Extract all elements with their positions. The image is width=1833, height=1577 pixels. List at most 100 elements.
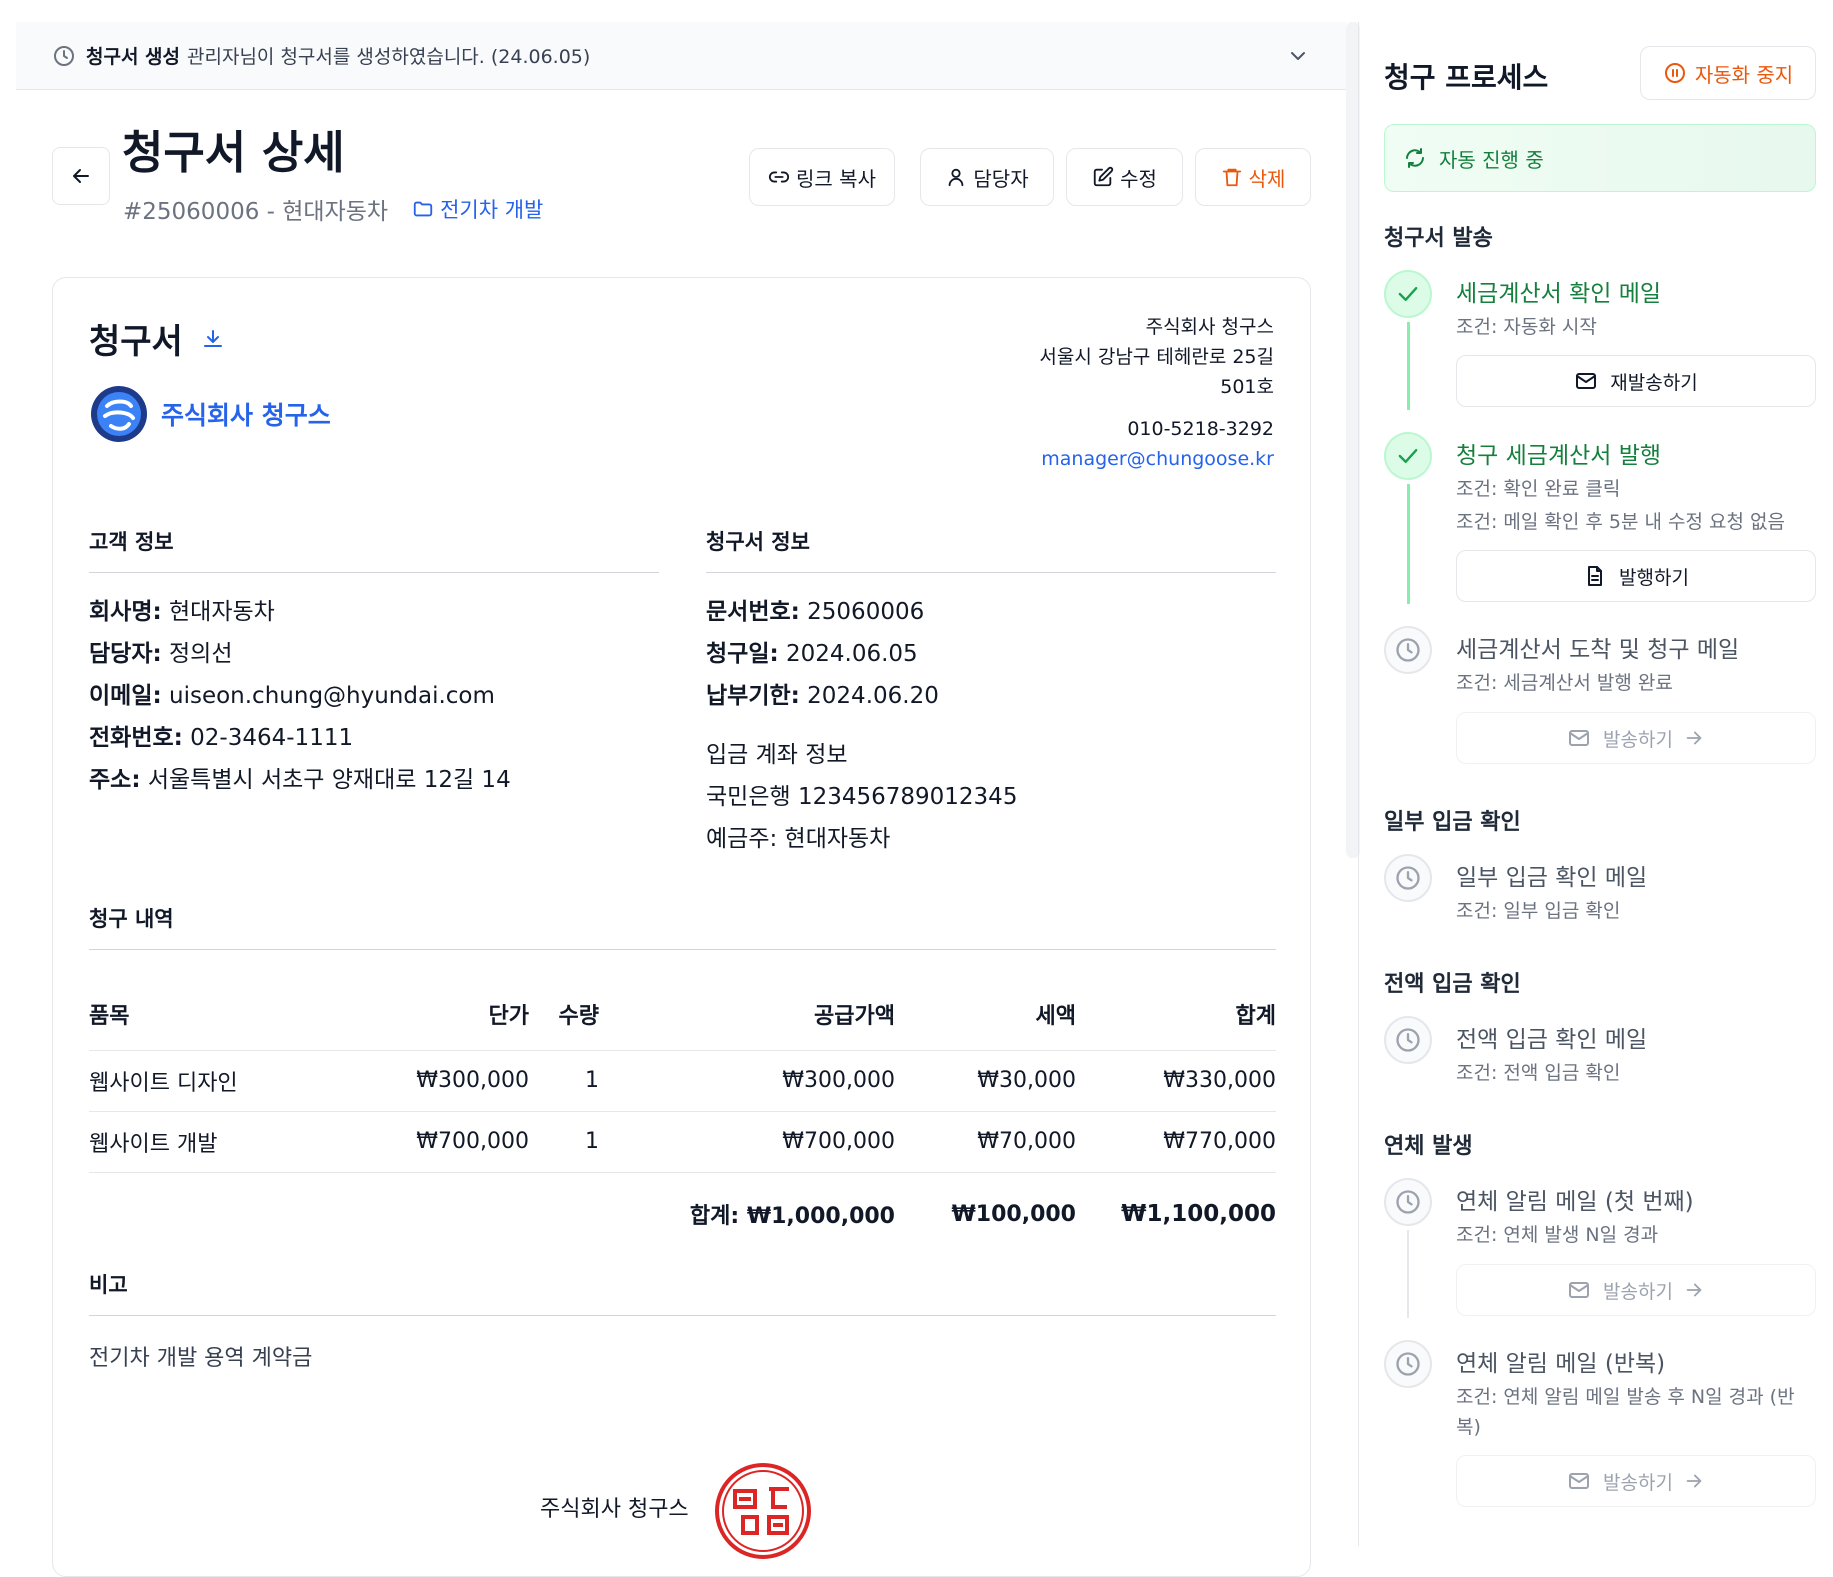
bank-heading: 입금 계좌 정보: [706, 742, 848, 768]
cell-tax: ₩30,000: [895, 1050, 1076, 1112]
table-row: 웹사이트 개발 ₩700,000 1 ₩700,000 ₩70,000 ₩770…: [89, 1111, 1276, 1173]
send-label: 발송하기: [1603, 1471, 1673, 1494]
process-title: 청구 프로세스: [1384, 61, 1549, 94]
page-title: 청구서 상세: [122, 126, 345, 179]
group-partial-payment: 일부 입금 확인: [1384, 810, 1521, 835]
divider: [89, 949, 1276, 950]
group-send: 청구서 발송: [1384, 226, 1493, 251]
copy-link-button[interactable]: 링크 복사: [749, 148, 895, 206]
step-connector: [1407, 322, 1410, 410]
clock-icon: [1396, 1190, 1420, 1214]
customer-heading: 고객 정보: [89, 530, 174, 554]
step-condition: 조건: 연체 알림 메일 발송 후 N일 경과 (반복): [1456, 1386, 1795, 1438]
step-status-pending: [1384, 1178, 1432, 1226]
totals-row: 합계: ₩1,000,000 ₩100,000 ₩1,100,000: [89, 1172, 1276, 1256]
cell-tax: ₩70,000: [895, 1111, 1076, 1173]
col-price: 단가: [304, 978, 529, 1051]
col-item: 품목: [89, 978, 304, 1051]
clock-icon: [1396, 866, 1420, 890]
step-condition: 조건: 일부 입금 확인: [1456, 900, 1621, 922]
step-condition: 조건: 자동화 시작: [1456, 316, 1597, 338]
invoice-title-text: 청구서: [89, 322, 183, 362]
step-connector: [1407, 1230, 1409, 1318]
customer-email: uiseon.chung@hyundai.com: [169, 683, 495, 709]
stop-automation-button[interactable]: 자동화 중지: [1640, 46, 1816, 100]
clock-icon: [54, 45, 74, 66]
issue-button[interactable]: 발행하기: [1456, 550, 1816, 602]
step-status-pending: [1384, 854, 1432, 902]
step-title: 연체 알림 메일 (반복): [1456, 1351, 1666, 1377]
issuer-email[interactable]: manager@chungoose.kr: [1039, 444, 1274, 474]
logo-company-name: 주식회사 청구스: [161, 401, 331, 430]
cell-total: ₩330,000: [1076, 1050, 1276, 1112]
invoice-date-label: 청구일:: [706, 641, 779, 667]
clock-icon: [1396, 638, 1420, 662]
delete-button[interactable]: 삭제: [1195, 148, 1311, 206]
mail-icon: [1569, 730, 1590, 746]
issuer-name: 주식회사 청구스: [1145, 316, 1274, 338]
step-condition: 조건: 전액 입금 확인: [1456, 1062, 1621, 1084]
cell-supply: ₩700,000: [599, 1111, 895, 1173]
cell-item: 웹사이트 디자인: [89, 1050, 304, 1112]
clock-icon: [1396, 1028, 1420, 1052]
clock-icon: [1396, 1352, 1420, 1376]
back-button[interactable]: [52, 147, 110, 205]
delete-label: 삭제: [1248, 166, 1286, 191]
send-button[interactable]: 발송하기: [1456, 712, 1816, 764]
address-label: 주소:: [89, 767, 141, 793]
arrow-right-icon: [1686, 1283, 1702, 1297]
resend-label: 재발송하기: [1610, 371, 1698, 394]
refresh-icon: [1406, 148, 1424, 168]
step-status-done: [1384, 270, 1432, 318]
col-qty: 수량: [529, 978, 599, 1051]
arrow-right-icon: [1686, 1474, 1702, 1488]
note-heading: 비고: [89, 1273, 128, 1297]
stop-automation-label: 자동화 중지: [1694, 62, 1794, 87]
issuer-info: 주식회사 청구스 서울시 강남구 테헤란로 25길 501호 010-5218-…: [1039, 312, 1274, 474]
resend-button[interactable]: 재발송하기: [1456, 355, 1816, 407]
step-title: 연체 알림 메일 (첫 번째): [1456, 1189, 1694, 1215]
download-icon[interactable]: [201, 327, 225, 351]
edit-label: 수정: [1120, 166, 1157, 191]
customer-address: 서울특별시 서초구 양재대로 12길 14: [147, 767, 511, 793]
email-label: 이메일:: [89, 683, 162, 709]
project-link[interactable]: 전기차 개발: [412, 194, 543, 224]
edit-button[interactable]: 수정: [1066, 148, 1183, 206]
table-row: 웹사이트 디자인 ₩300,000 1 ₩300,000 ₩30,000 ₩33…: [89, 1050, 1276, 1112]
cell-item: 웹사이트 개발: [89, 1111, 304, 1173]
folder-icon: [413, 201, 433, 217]
invoice-date: 2024.06.05: [786, 641, 918, 667]
send-button[interactable]: 발송하기: [1456, 1264, 1816, 1316]
panel-divider: [1358, 22, 1359, 1546]
items-table: 품목 단가 수량 공급가액 세액 합계 웹사이트 디자인 ₩300,000 1 …: [89, 978, 1276, 1256]
step-title: 청구 세금계산서 발행: [1456, 443, 1662, 469]
phone-label: 전화번호:: [89, 725, 183, 751]
send-button[interactable]: 발송하기: [1456, 1455, 1816, 1507]
issuer-phone: 010-5218-3292: [1127, 418, 1274, 440]
main-area: 청구서 생성 관리자님이 청구서를 생성하였습니다. (24.06.05) 청구…: [0, 0, 1346, 1577]
invoice-info-heading: 청구서 정보: [706, 530, 810, 554]
issuer-address: 서울시 강남구 테헤란로 25길: [1039, 346, 1274, 368]
check-icon: [1398, 449, 1418, 463]
grand-total: ₩1,100,000: [1121, 1201, 1276, 1228]
process-panel: 청구 프로세스 자동화 중지 자동 진행 중 청구서 발송 세금계산서 확인 메…: [1360, 0, 1833, 1546]
arrow-left-icon: [73, 169, 89, 183]
total-tax: ₩100,000: [951, 1201, 1076, 1227]
step-status-pending: [1384, 1340, 1432, 1388]
mail-icon: [1576, 373, 1597, 389]
send-label: 발송하기: [1603, 1280, 1673, 1303]
activity-notice[interactable]: 청구서 생성 관리자님이 청구서를 생성하였습니다. (24.06.05): [16, 22, 1346, 90]
col-total: 합계: [1076, 978, 1276, 1051]
doc-number-label: 문서번호:: [706, 599, 800, 625]
project-label: 전기차 개발: [440, 198, 544, 222]
group-full-payment: 전액 입금 확인: [1384, 972, 1521, 997]
link-icon: [769, 171, 790, 183]
assignee-button[interactable]: 담당자: [920, 148, 1054, 206]
automation-status-label: 자동 진행 중: [1439, 147, 1544, 172]
send-label: 발송하기: [1603, 728, 1673, 751]
divider: [89, 572, 659, 573]
step-condition: 조건: 확인 완료 클릭: [1456, 478, 1621, 500]
chevron-down-icon[interactable]: [1286, 44, 1310, 68]
due-date-label: 납부기한:: [706, 683, 800, 709]
step-status-pending: [1384, 626, 1432, 674]
